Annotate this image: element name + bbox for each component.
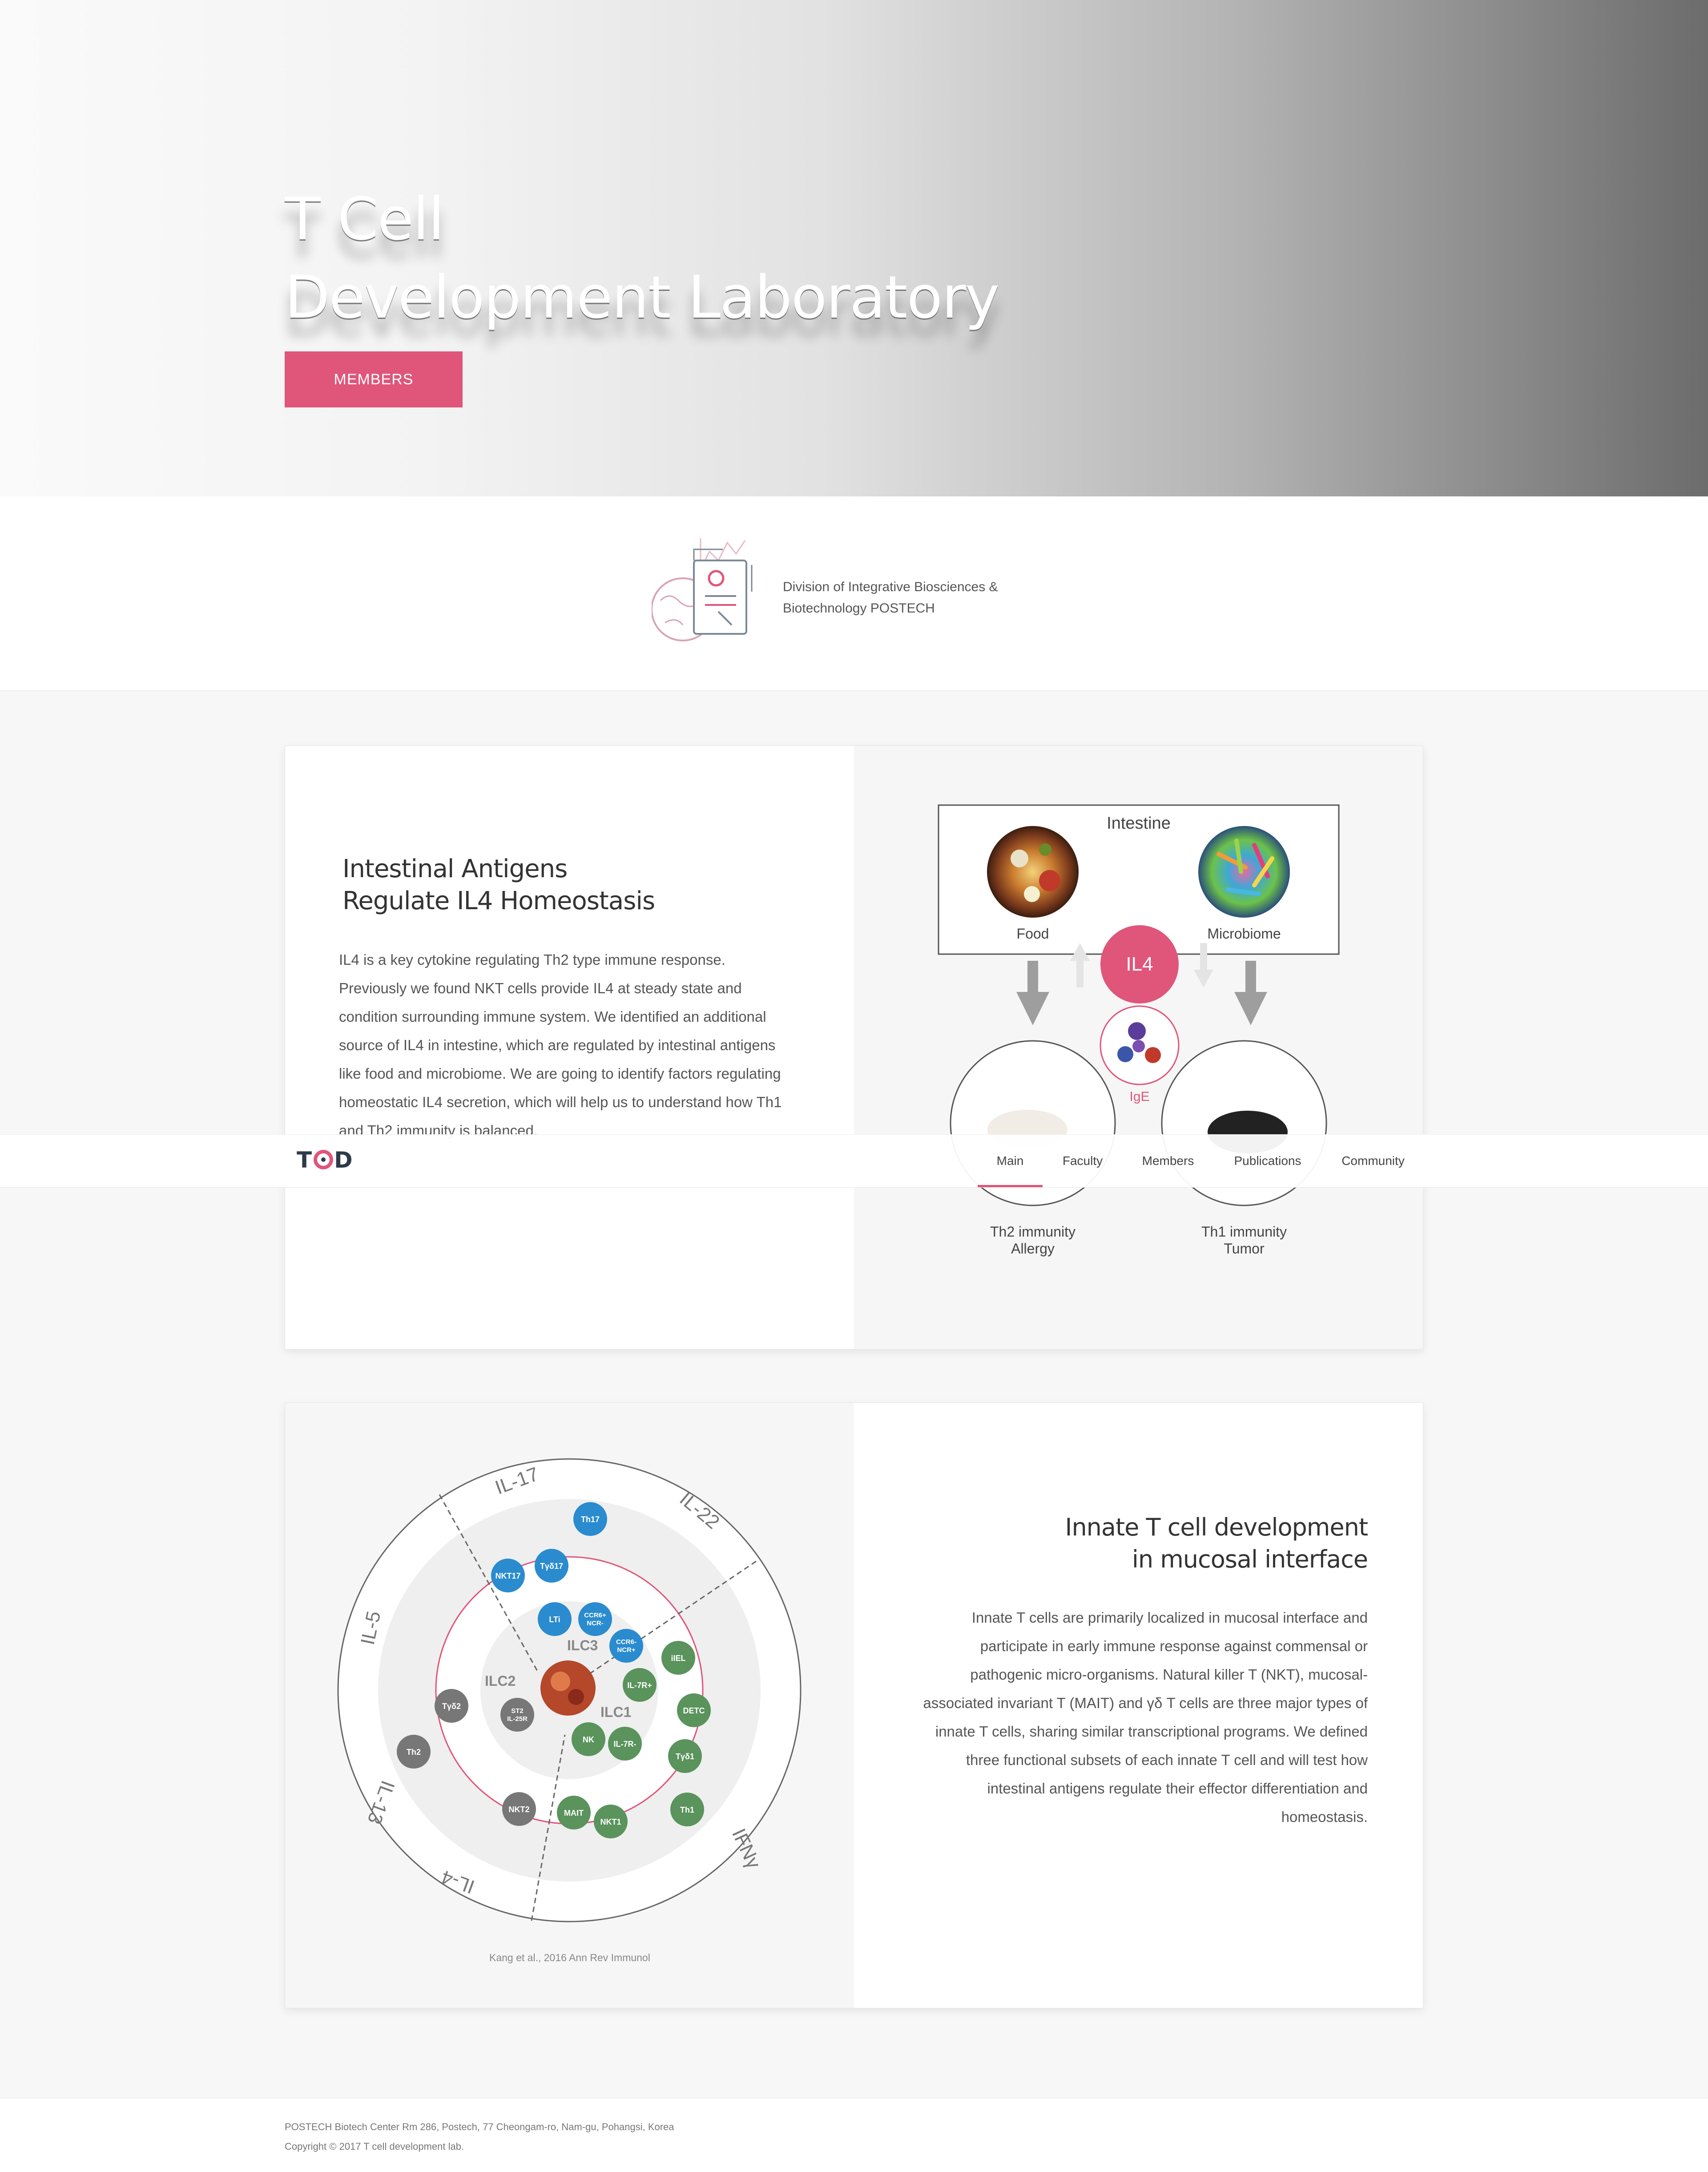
svg-text:NK: NK (583, 1735, 594, 1744)
svg-text:Tγδ2: Tγδ2 (442, 1702, 461, 1711)
group-ilc3: ILC3 (567, 1637, 598, 1653)
hero-title-line1: T Cell (285, 185, 444, 254)
logo-target-icon (314, 1150, 334, 1169)
nav-item-main[interactable]: Main (978, 1135, 1043, 1187)
figure-citation: Kang et al., 2016 Ann Rev Immunol (489, 1952, 650, 1963)
hero-title: T Cell Development Laboratory (285, 180, 1000, 337)
microbiome-image (1198, 826, 1290, 918)
footer (0, 2098, 1708, 2172)
members-button[interactable]: MEMBERS (285, 351, 463, 407)
th2-outcome-line2: Allergy (1011, 1241, 1055, 1257)
svg-text:NKT2: NKT2 (508, 1805, 529, 1814)
section1-title-line1: Intestinal Antigens (342, 854, 568, 883)
food-image (987, 826, 1079, 918)
section1-title-line2: Regulate IL4 Homeostasis (342, 887, 655, 915)
hero-banner: T Cell Development Laboratory MEMBERS (0, 0, 1708, 496)
svg-text:CCR6+: CCR6+ (584, 1612, 606, 1619)
svg-text:NCR-: NCR- (587, 1620, 604, 1627)
footer-copyright: Copyright © 2017 T cell development lab. (285, 2141, 464, 2152)
down-arrow-right (1234, 961, 1267, 1025)
section2-body: Innate T cells are primarily localized i… (923, 1609, 1368, 1825)
svg-text:Tγδ17: Tγδ17 (540, 1562, 563, 1571)
il4-figure: Intestine Food Microbiome IL4 IgE Th2 im… (938, 804, 1340, 1257)
logo-letter-t: T (297, 1147, 313, 1173)
innate-cell-wheel: IL-17 IL-22 IFNγ IL-4 IL-13 IL-5 ILC2 IL… (337, 1458, 802, 1922)
down-arrow-left (1016, 961, 1049, 1025)
svg-text:DETC: DETC (683, 1706, 705, 1715)
svg-text:NKT17: NKT17 (495, 1572, 520, 1580)
svg-text:NKT1: NKT1 (600, 1817, 621, 1826)
th1-outcome-line2: Tumor (1224, 1241, 1265, 1257)
section1-title: Intestinal Antigens Regulate IL4 Homeost… (342, 853, 655, 917)
microbiome-label: Microbiome (1207, 926, 1281, 942)
tcd-logo[interactable]: TD (297, 1147, 354, 1174)
section2-title-line2: in mucosal interface (1132, 1545, 1368, 1573)
nav-item-members[interactable]: Members (1140, 1135, 1196, 1187)
division-text-line1: Division of Integrative Biosciences & (783, 580, 998, 594)
il4-label: IL4 (1126, 953, 1153, 975)
section2-title-line1: Innate T cell development (1065, 1513, 1368, 1541)
section2-title: Innate T cell development in mucosal int… (878, 1511, 1368, 1576)
nav-item-faculty[interactable]: Faculty (1062, 1135, 1103, 1187)
intestine-label: Intestine (1107, 814, 1171, 833)
svg-text:CCR6-: CCR6- (616, 1638, 636, 1646)
section1-body: IL4 is a key cytokine regulating Th2 typ… (339, 951, 782, 1139)
hero-title-line2: Development Laboratory (285, 263, 1000, 332)
svg-text:Th1: Th1 (680, 1805, 694, 1814)
footer-address: POSTECH Biotech Center Rm 286, Postech, … (285, 2121, 674, 2132)
th1-outcome-line1: Th1 immunity (1201, 1224, 1287, 1240)
research-document-icon (652, 538, 753, 641)
svg-text:Th2: Th2 (407, 1748, 421, 1757)
svg-text:NCR+: NCR+ (617, 1646, 635, 1654)
food-label: Food (1017, 926, 1049, 942)
division-text-line2: Biotechnology POSTECH (783, 601, 935, 616)
svg-text:ST2: ST2 (511, 1707, 524, 1715)
svg-text:IL-7R-: IL-7R- (614, 1740, 636, 1749)
svg-text:Tγδ1: Tγδ1 (676, 1752, 694, 1761)
svg-text:iIEL: iIEL (671, 1654, 685, 1663)
svg-text:LTi: LTi (549, 1615, 560, 1624)
division-text: Division of Integrative Biosciences & Bi… (783, 576, 998, 619)
top-navigation: TD Main Faculty Members Publications Com… (0, 1134, 1708, 1188)
group-ilc1: ILC1 (600, 1704, 631, 1720)
th2-outcome-line1: Th2 immunity (990, 1224, 1076, 1240)
logo-letter-d: D (334, 1147, 354, 1173)
svg-text:IL-7R+: IL-7R+ (627, 1681, 652, 1690)
nav-item-community[interactable]: Community (1340, 1135, 1406, 1187)
svg-text:Th17: Th17 (581, 1515, 600, 1524)
footer-text: POSTECH Biotech Center Rm 286, Postech, … (285, 2117, 674, 2156)
svg-text:MAIT: MAIT (564, 1809, 584, 1817)
ige-label: IgE (1129, 1089, 1149, 1104)
nav-item-publications[interactable]: Publications (1233, 1135, 1302, 1187)
group-ilc2: ILC2 (485, 1673, 516, 1689)
svg-text:IL-25R: IL-25R (507, 1715, 528, 1723)
